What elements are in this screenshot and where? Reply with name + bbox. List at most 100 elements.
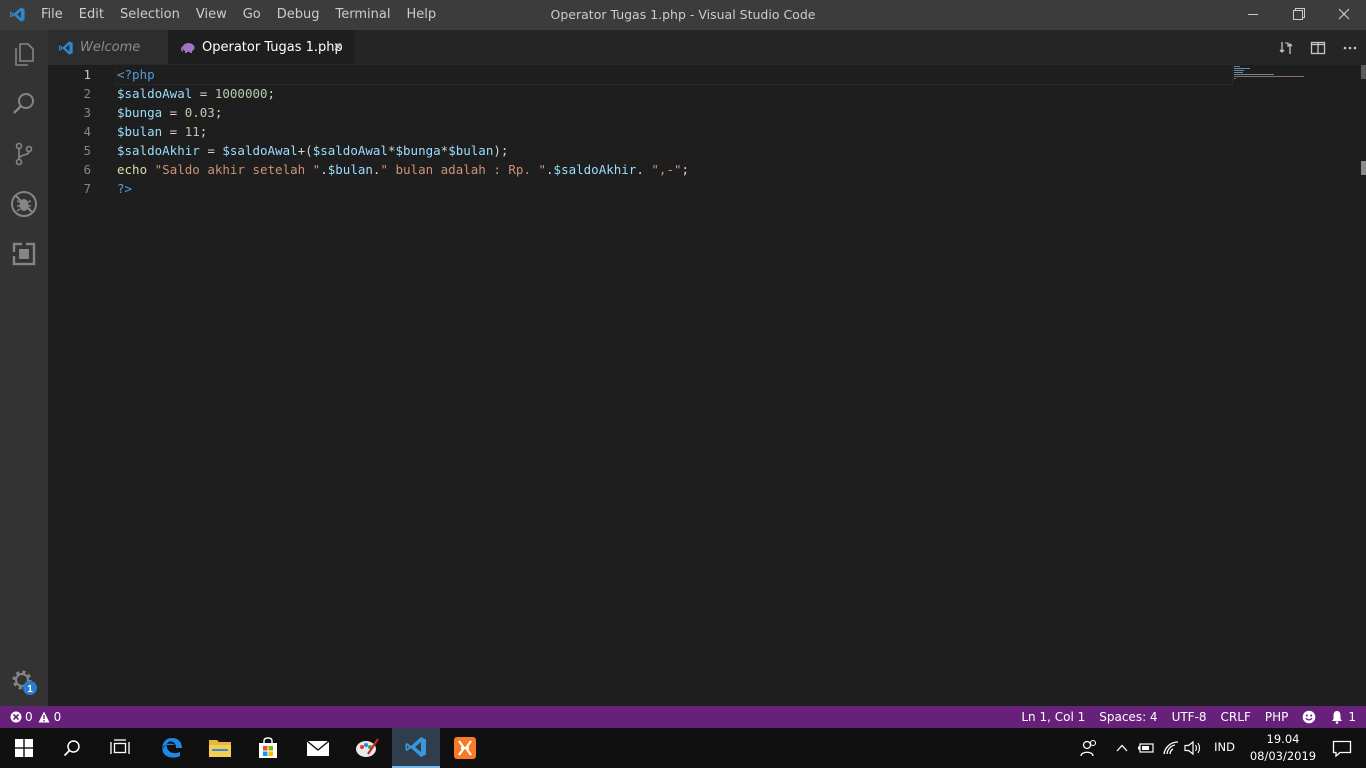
menu-help[interactable]: Help bbox=[398, 0, 444, 30]
vscode-logo-icon bbox=[405, 737, 426, 757]
taskbar-vscode[interactable] bbox=[392, 728, 440, 768]
start-button[interactable] bbox=[0, 728, 48, 768]
close-window-button[interactable] bbox=[1321, 0, 1366, 30]
split-editor-icon bbox=[1310, 41, 1326, 54]
code-line[interactable]: $bulan = 11; bbox=[117, 122, 1232, 141]
manage-settings-button[interactable]: 1 bbox=[0, 658, 48, 706]
editor-actions bbox=[1270, 30, 1366, 65]
search-button[interactable] bbox=[0, 80, 48, 128]
code-line[interactable]: $saldoAkhir = $saldoAwal+($saldoAwal*$bu… bbox=[117, 141, 1232, 160]
tab-label: Welcome bbox=[80, 40, 141, 55]
minimap[interactable] bbox=[1232, 65, 1312, 85]
taskbar-paint-app[interactable] bbox=[343, 728, 391, 768]
tab-operator-tugas[interactable]: Operator Tugas 1.php ✕ bbox=[168, 30, 354, 65]
close-tab-icon[interactable]: ✕ bbox=[330, 39, 346, 55]
edge-browser-icon bbox=[162, 738, 182, 758]
menu-terminal[interactable]: Terminal bbox=[328, 0, 399, 30]
store-bag-icon bbox=[259, 737, 277, 758]
minimize-icon bbox=[1248, 14, 1258, 15]
close-icon bbox=[1338, 8, 1350, 20]
indentation[interactable]: Spaces: 4 bbox=[1099, 706, 1157, 728]
debug-icon bbox=[11, 191, 37, 217]
code-line[interactable]: <?php bbox=[116, 64, 1233, 85]
more-actions-button[interactable] bbox=[1334, 30, 1366, 65]
split-editor-button[interactable] bbox=[1302, 30, 1334, 65]
menu-debug[interactable]: Debug bbox=[269, 0, 328, 30]
warning-count: 0 bbox=[53, 710, 62, 724]
input-language[interactable]: IND bbox=[1214, 740, 1235, 754]
mail-envelope-icon bbox=[306, 740, 330, 756]
folder-icon bbox=[209, 740, 231, 757]
vscode-logo-icon bbox=[10, 7, 25, 22]
notification-count[interactable]: 1 bbox=[1348, 706, 1356, 728]
error-count: 0 bbox=[25, 710, 33, 724]
windows-taskbar: IND 19.04 08/03/2019 bbox=[0, 728, 1366, 768]
menu-edit[interactable]: Edit bbox=[71, 0, 112, 30]
open-changes-button[interactable] bbox=[1270, 30, 1302, 65]
code-line[interactable]: echo "Saldo akhir setelah ".$bulan." bul… bbox=[117, 160, 1232, 179]
cursor-position[interactable]: Ln 1, Col 1 bbox=[1021, 706, 1085, 728]
chevron-up-icon[interactable] bbox=[1115, 741, 1129, 755]
debug-button[interactable] bbox=[0, 180, 48, 228]
line-number: 4 bbox=[83, 124, 91, 139]
explorer-icon bbox=[15, 43, 34, 66]
tab-bar: Welcome Operator Tugas 1.php ✕ bbox=[48, 30, 1366, 65]
bell-icon[interactable] bbox=[1330, 710, 1344, 724]
menu-view[interactable]: View bbox=[188, 0, 235, 30]
code-editor[interactable]: 1 2 3 4 5 6 7 <?php $saldoAwal = 1000000… bbox=[48, 64, 1366, 706]
windows-logo-icon bbox=[15, 739, 33, 757]
taskbar-edge[interactable] bbox=[148, 728, 196, 768]
problems-indicator[interactable]: 0 0 bbox=[10, 706, 61, 728]
extensions-button[interactable] bbox=[0, 230, 48, 278]
explorer-button[interactable] bbox=[0, 30, 48, 78]
menu-bar: File Edit Selection View Go Debug Termin… bbox=[33, 0, 444, 30]
tab-label: Operator Tugas 1.php bbox=[202, 40, 343, 55]
menu-file[interactable]: File bbox=[33, 0, 71, 30]
search-icon bbox=[63, 740, 80, 757]
feedback-smiley-icon[interactable] bbox=[1302, 710, 1316, 724]
wifi-icon[interactable] bbox=[1162, 740, 1180, 756]
line-number: 6 bbox=[83, 162, 91, 177]
battery-icon[interactable] bbox=[1137, 741, 1155, 755]
taskbar-search-button[interactable] bbox=[48, 728, 96, 768]
restore-icon bbox=[1293, 8, 1305, 20]
gear-icon: 1 bbox=[12, 670, 37, 695]
people-icon[interactable] bbox=[1080, 739, 1098, 757]
menu-go[interactable]: Go bbox=[235, 0, 269, 30]
task-view-icon bbox=[110, 739, 130, 754]
line-number: 3 bbox=[83, 105, 91, 120]
taskbar-xampp[interactable] bbox=[441, 728, 489, 768]
action-center-icon[interactable] bbox=[1332, 740, 1352, 758]
source-control-icon bbox=[15, 142, 33, 166]
encoding[interactable]: UTF-8 bbox=[1172, 706, 1207, 728]
minimize-button[interactable] bbox=[1229, 0, 1275, 30]
menu-selection[interactable]: Selection bbox=[112, 0, 188, 30]
language-mode[interactable]: PHP bbox=[1265, 706, 1289, 728]
clock[interactable]: 19.04 08/03/2019 bbox=[1248, 731, 1318, 765]
line-number: 2 bbox=[83, 86, 91, 101]
extensions-icon bbox=[12, 242, 36, 266]
status-bar: 0 0 Ln 1, Col 1 Spaces: 4 UTF-8 CRLF PHP… bbox=[0, 706, 1366, 728]
paint-palette-icon bbox=[356, 738, 379, 757]
task-view-button[interactable] bbox=[96, 728, 144, 768]
code-line[interactable]: $bunga = 0.03; bbox=[117, 103, 1232, 122]
ellipsis-icon bbox=[1343, 46, 1357, 49]
error-icon bbox=[10, 711, 22, 723]
tab-welcome[interactable]: Welcome bbox=[48, 30, 168, 65]
taskbar-mail[interactable] bbox=[294, 728, 342, 768]
volume-icon[interactable] bbox=[1184, 740, 1202, 756]
taskbar-store[interactable] bbox=[244, 728, 292, 768]
code-line[interactable]: $saldoAwal = 1000000; bbox=[117, 84, 1232, 103]
search-icon bbox=[13, 93, 34, 114]
title-bar: File Edit Selection View Go Debug Termin… bbox=[0, 0, 1366, 30]
source-control-button[interactable] bbox=[0, 130, 48, 178]
vertical-scrollbar[interactable] bbox=[1352, 65, 1366, 706]
end-of-line[interactable]: CRLF bbox=[1221, 706, 1251, 728]
code-line[interactable]: ?> bbox=[117, 179, 1232, 198]
code-lines[interactable]: <?php $saldoAwal = 1000000; $bunga = 0.0… bbox=[116, 64, 1233, 198]
restore-button[interactable] bbox=[1275, 0, 1321, 30]
line-number: 5 bbox=[83, 143, 91, 158]
warning-icon bbox=[38, 711, 50, 723]
php-elephant-icon bbox=[180, 42, 195, 53]
taskbar-file-explorer[interactable] bbox=[196, 728, 244, 768]
